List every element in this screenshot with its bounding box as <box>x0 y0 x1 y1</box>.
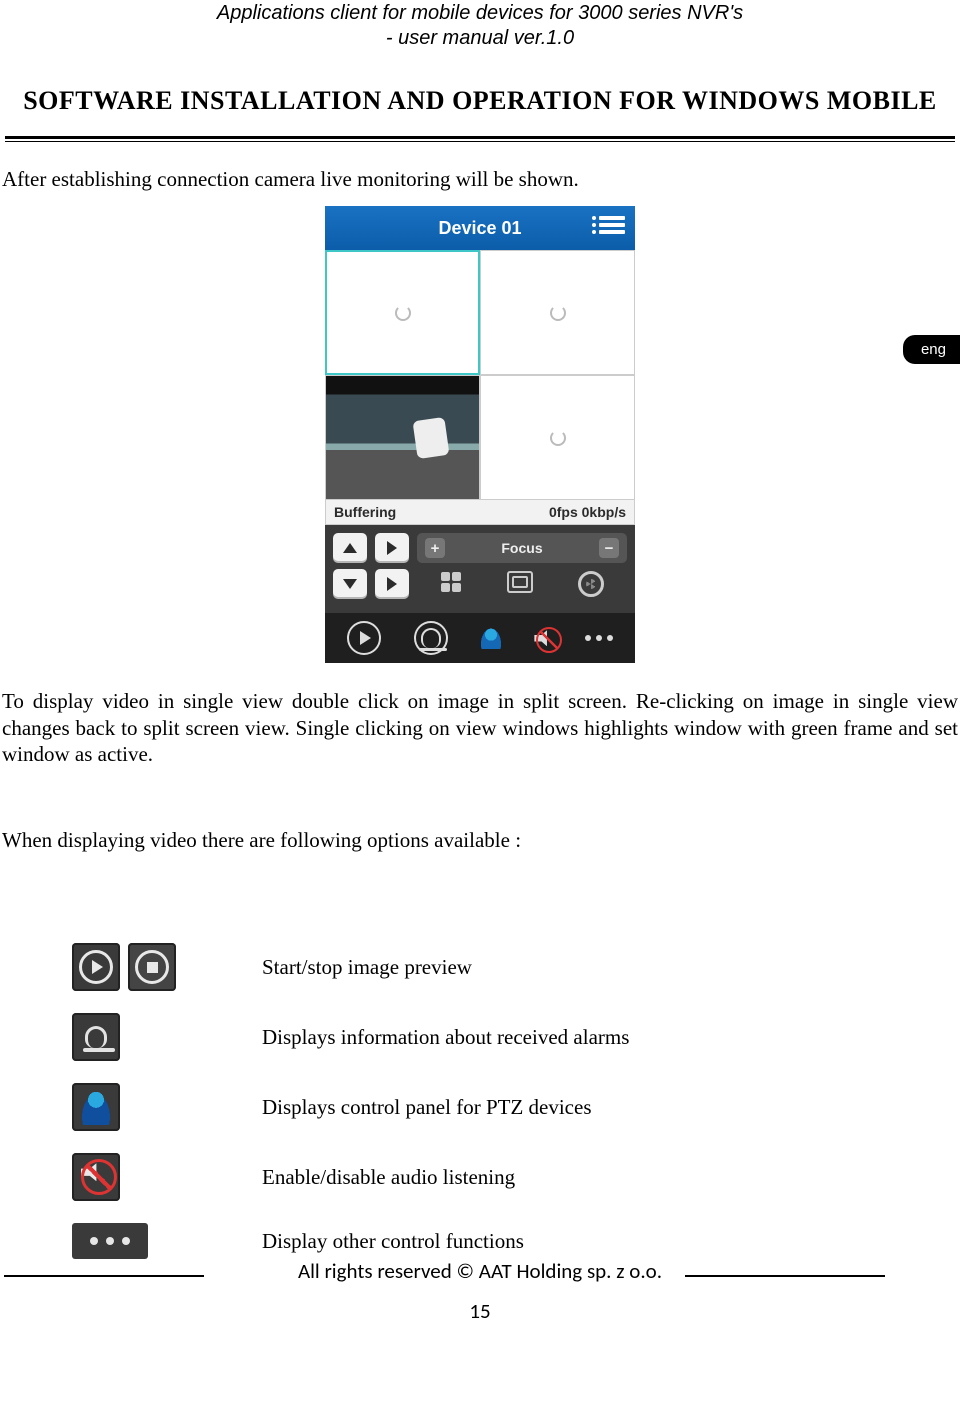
paragraph-after-shot: To display video in single view double c… <box>0 688 960 767</box>
more-icon-tile <box>72 1223 148 1259</box>
option-desc: Displays information about received alar… <box>262 1025 629 1050</box>
ptz-icon-tile <box>72 1083 120 1131</box>
options-table: Start/stop image preview Displays inform… <box>72 943 960 1259</box>
ptz-play-button[interactable] <box>375 569 409 599</box>
fullscreen-icon[interactable] <box>507 571 533 593</box>
audio-mute-button[interactable] <box>534 630 552 646</box>
ptz-control-panel: + Focus − <box>325 525 635 613</box>
app-header: Device 01 <box>325 206 635 250</box>
device-title: Device 01 <box>438 218 521 239</box>
play-icon-tile <box>72 943 120 991</box>
alarm-button[interactable] <box>414 621 448 655</box>
ptz-right-button[interactable] <box>375 533 409 563</box>
loading-spinner-icon <box>550 305 566 321</box>
stop-icon-tile <box>128 943 176 991</box>
doc-header-line2: - user manual ver.1.0 <box>0 27 960 50</box>
paragraph-options-intro: When displaying video there are followin… <box>0 827 960 853</box>
play-button[interactable] <box>347 621 381 655</box>
layout-grid-icon[interactable] <box>440 571 462 593</box>
focus-minus-button[interactable]: − <box>599 538 619 558</box>
paragraph-intro: After establishing connection camera liv… <box>0 166 960 192</box>
play-icon <box>360 631 371 645</box>
option-row-playstop: Start/stop image preview <box>72 943 960 991</box>
arrow-right-icon <box>387 541 397 555</box>
audio-icon-tile <box>72 1153 120 1201</box>
loading-spinner-icon <box>550 430 566 446</box>
page-number: 15 <box>0 1298 960 1324</box>
option-desc: Displays control panel for PTZ devices <box>262 1095 592 1120</box>
arrow-up-icon <box>343 543 357 553</box>
status-left: Buffering <box>334 504 396 520</box>
menu-list-icon[interactable] <box>599 216 625 240</box>
loading-spinner-icon <box>395 305 411 321</box>
video-cell-2[interactable] <box>480 250 635 375</box>
option-row-alarm: Displays information about received alar… <box>72 1013 960 1061</box>
footer-rights: All rights reserved © AAT Holding sp. z … <box>0 1258 960 1284</box>
arrow-right-icon <box>387 577 397 591</box>
status-right: 0fps 0kbp/s <box>549 504 626 520</box>
speaker-muted-icon <box>534 630 552 646</box>
status-bar: Buffering 0fps 0kbp/s <box>325 500 635 525</box>
mobile-screenshot: Device 01 Buffering 0fps 0kbp/s + Focus … <box>325 206 635 663</box>
more-button[interactable] <box>585 635 613 641</box>
video-cell-1[interactable] <box>325 250 480 375</box>
option-desc: Display other control functions <box>262 1229 524 1254</box>
section-divider <box>5 136 955 142</box>
option-desc: Start/stop image preview <box>262 955 472 980</box>
focus-label: Focus <box>501 540 542 556</box>
focus-control[interactable]: + Focus − <box>417 533 627 563</box>
option-row-ptz: Displays control panel for PTZ devices <box>72 1083 960 1131</box>
alarm-icon-tile <box>72 1013 120 1061</box>
focus-plus-button[interactable]: + <box>425 538 445 558</box>
option-desc: Enable/disable audio listening <box>262 1165 515 1190</box>
language-tab[interactable]: eng <box>903 335 960 364</box>
video-cell-3[interactable] <box>325 375 480 500</box>
arrow-down-icon <box>343 579 357 589</box>
ptz-icon <box>480 627 502 649</box>
ptz-button[interactable] <box>480 627 502 649</box>
ptz-down-button[interactable] <box>333 569 367 599</box>
option-row-audio: Enable/disable audio listening <box>72 1153 960 1201</box>
bottom-toolbar <box>325 613 635 663</box>
doc-header-line1: Applications client for mobile devices f… <box>0 2 960 25</box>
camera-thumbnail <box>326 376 479 499</box>
video-grid <box>325 250 635 500</box>
aperture-icon[interactable] <box>578 571 604 597</box>
option-row-more: Display other control functions <box>72 1223 960 1259</box>
video-cell-4[interactable] <box>480 375 635 500</box>
section-title: SOFTWARE INSTALLATION AND OPERATION FOR … <box>0 86 960 116</box>
alarm-icon <box>421 628 441 648</box>
ptz-up-button[interactable] <box>333 533 367 563</box>
